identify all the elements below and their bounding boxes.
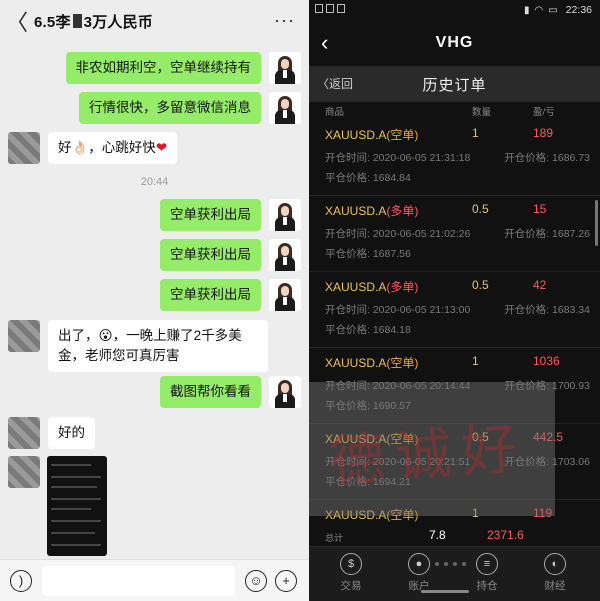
message-bubble: 好👌🏻，心跳好快❤ xyxy=(48,132,178,164)
globe-icon: ◐ xyxy=(544,553,566,575)
home-indicator xyxy=(421,590,469,593)
plus-icon[interactable]: + xyxy=(275,569,297,592)
scrollbar[interactable] xyxy=(595,200,598,246)
image-message-thumbnail[interactable] xyxy=(47,456,107,556)
chat-header: 〈 6.5李 3万人民币 ··· xyxy=(0,0,309,42)
nav-bar: ‹ VHG xyxy=(309,20,600,66)
avatar[interactable] xyxy=(269,92,301,124)
order-row[interactable]: XAUUSD.A(空单) 1 189 开仓时间: 2020-06-05 21:3… xyxy=(309,120,600,196)
emoji-icon[interactable]: ☺ xyxy=(245,569,267,592)
message-row: 好的 xyxy=(8,417,95,449)
message-bubble: 空单获利出局 xyxy=(160,279,261,311)
order-qty: 1 xyxy=(472,126,479,140)
avatar[interactable] xyxy=(269,52,301,84)
message-row: 空单获利出局 xyxy=(160,199,301,231)
message-row: 好👌🏻，心跳好快❤ xyxy=(8,132,178,164)
chat-title-part-2: 3万人民币 xyxy=(83,13,153,31)
order-qty: 1 xyxy=(472,354,479,368)
order-pl: 42 xyxy=(533,278,547,292)
sub-header: 〈返回 历史订单 xyxy=(309,66,600,102)
wifi-icon: ◠ xyxy=(534,4,544,16)
avatar[interactable] xyxy=(8,417,40,449)
order-close-info: 平仓价格: 1687.56 xyxy=(325,248,411,260)
column-header: 商品 数量 盈/亏 xyxy=(309,102,600,120)
watermark-image: 德诚好 xyxy=(327,416,530,495)
message-row xyxy=(8,456,40,488)
voice-icon[interactable]: ) xyxy=(10,569,32,592)
redacted-block xyxy=(72,14,82,28)
message-bubble: 空单获利出局 xyxy=(160,239,261,271)
order-symbol: XAUUSD.A(空单) xyxy=(325,356,419,370)
summary-total: 2371.6 xyxy=(487,528,524,542)
order-symbol: XAUUSD.A(空单) xyxy=(325,128,419,142)
tab-position[interactable]: ≡ 持仓 xyxy=(459,553,515,593)
order-close-info: 平仓价格: 1684.18 xyxy=(325,324,411,336)
tab-trade[interactable]: $ 交易 xyxy=(323,553,379,593)
summary-row: 总计 7.8 2371.6 xyxy=(309,526,600,546)
message-row: 行情很快，多留意微信消息 xyxy=(79,92,301,124)
avatar[interactable] xyxy=(8,132,40,164)
order-pl: 189 xyxy=(533,126,554,140)
chat-title-part-1: 6.5李 xyxy=(34,13,71,31)
avatar[interactable] xyxy=(269,199,301,231)
heart-icon: ❤ xyxy=(155,140,168,155)
avatar[interactable] xyxy=(8,320,40,352)
message-text: 好👌🏻，心跳好快 xyxy=(58,140,156,155)
order-qty: 0.5 xyxy=(472,278,489,292)
order-close-info: 平仓价格: 1684.84 xyxy=(325,172,411,184)
message-row: 空单获利出局 xyxy=(160,279,301,311)
order-pl: 15 xyxy=(533,202,547,216)
message-row: 空单获利出局 xyxy=(160,239,301,271)
avatar[interactable] xyxy=(8,456,40,488)
position-icon: ≡ xyxy=(476,553,498,575)
order-symbol: XAUUSD.A(多单) xyxy=(325,280,419,294)
message-bubble: 截图帮你看看 xyxy=(160,376,261,408)
message-bubble: 出了，😮，一晚上赚了2千多美金，老师您可真厉害 xyxy=(48,320,268,372)
message-bubble: 空单获利出局 xyxy=(160,199,261,231)
order-symbol: XAUUSD.A(多单) xyxy=(325,204,419,218)
status-time: 22:36 xyxy=(565,4,592,16)
trading-app-panel: ▮ ◠ ▭ 22:36 ‹ VHG 〈返回 历史订单 商品 数量 盈/亏 XAU… xyxy=(309,0,600,601)
message-timestamp: 20:44 xyxy=(140,176,169,188)
more-options-icon[interactable]: ··· xyxy=(274,10,295,31)
message-input[interactable] xyxy=(42,565,235,596)
return-button[interactable]: 〈返回 xyxy=(317,75,353,92)
summary-label: 总计 xyxy=(325,533,344,543)
dollar-icon: $ xyxy=(340,553,362,575)
message-row: 截图帮你看看 xyxy=(160,376,301,408)
tab-news[interactable]: ◐ 财经 xyxy=(527,553,583,593)
chat-input-bar: ) ☺ + xyxy=(0,559,309,601)
chat-title: 6.5李 3万人民币 xyxy=(34,11,153,32)
summary-volume: 7.8 xyxy=(429,528,446,542)
battery-icon: ▭ xyxy=(548,4,558,16)
order-row[interactable]: XAUUSD.A(多单) 0.5 42 开仓时间: 2020-06-05 21:… xyxy=(309,272,600,348)
order-pl: 1036 xyxy=(533,354,560,368)
avatar[interactable] xyxy=(269,376,301,408)
page-title: 历史订单 xyxy=(422,76,487,94)
notification-icons xyxy=(315,4,345,13)
message-bubble: 好的 xyxy=(48,417,95,449)
message-bubble: 非农如期利空，空单继续持有 xyxy=(65,52,261,84)
avatar[interactable] xyxy=(269,239,301,271)
avatar[interactable] xyxy=(269,279,301,311)
status-bar: ▮ ◠ ▭ 22:36 xyxy=(309,0,600,20)
user-icon: ● xyxy=(408,553,430,575)
message-bubble: 行情很快，多留意微信消息 xyxy=(79,92,261,124)
order-qty: 0.5 xyxy=(472,202,489,216)
column-qty: 数量 xyxy=(472,107,492,118)
order-row[interactable]: XAUUSD.A(多单) 0.5 15 开仓时间: 2020-06-05 21:… xyxy=(309,196,600,272)
back-icon[interactable]: ‹ xyxy=(321,30,328,56)
back-icon[interactable]: 〈 xyxy=(0,0,34,42)
tab-account[interactable]: ● 账户 xyxy=(391,553,447,593)
screenshot-root: 〈 6.5李 3万人民币 ··· 非农如期利空，空单继续持有 行情很快，多留意微… xyxy=(0,0,600,601)
message-row: 非农如期利空，空单继续持有 xyxy=(65,52,301,84)
status-icons: ▮ ◠ ▭ xyxy=(524,5,558,16)
column-product: 商品 xyxy=(325,107,345,118)
chat-panel: 〈 6.5李 3万人民币 ··· 非农如期利空，空单继续持有 行情很快，多留意微… xyxy=(0,0,309,601)
signal-icon: ▮ xyxy=(524,4,530,16)
message-row: 出了，😮，一晚上赚了2千多美金，老师您可真厉害 xyxy=(8,320,268,372)
app-title: VHG xyxy=(435,34,474,51)
column-pl: 盈/亏 xyxy=(533,107,555,118)
